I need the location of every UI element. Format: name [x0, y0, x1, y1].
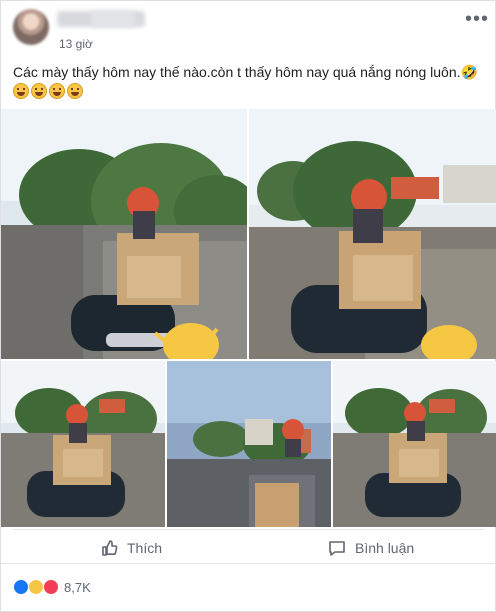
photo-4[interactable]	[167, 361, 331, 527]
comment-label: Bình luận	[355, 540, 415, 556]
photo-4-image	[167, 361, 331, 527]
post-actions-bar: Thích Bình luận	[13, 529, 485, 563]
like-label: Thích	[127, 540, 163, 556]
photo-5-image	[333, 361, 496, 527]
like-button[interactable]: Thích	[99, 536, 162, 560]
reaction-summary[interactable]: 8,7K	[13, 577, 133, 597]
rolling-on-floor-laughing-icon	[49, 83, 65, 99]
post-caption: Các mày thấy hôm nay thế nào.còn t thấy …	[13, 64, 478, 80]
photo-2[interactable]	[249, 109, 496, 359]
photo-3[interactable]	[1, 361, 165, 527]
photo-1-image	[1, 109, 247, 359]
post-header: 13 giờ •••	[1, 1, 496, 57]
rolling-on-floor-laughing-icon	[31, 83, 47, 99]
more-options-button[interactable]: •••	[463, 9, 491, 29]
haha-reaction-icon	[28, 579, 44, 595]
photo-2-image	[249, 109, 496, 359]
thumbs-up-icon	[102, 540, 118, 556]
photo-5[interactable]	[333, 361, 496, 527]
rolling-on-floor-laughing-icon	[67, 83, 83, 99]
photo-3-image	[1, 361, 165, 527]
comment-button[interactable]: Bình luận	[327, 536, 414, 560]
author-avatar[interactable]	[13, 9, 49, 45]
facebook-post-card: 13 giờ ••• Các mày thấy hôm nay thế nào.…	[0, 0, 496, 612]
reaction-count[interactable]: 8,7K	[64, 580, 91, 595]
love-reaction-icon	[43, 579, 59, 595]
photo-1[interactable]	[1, 109, 247, 359]
author-name-blurred-extension	[91, 11, 135, 27]
like-reaction-icon	[13, 579, 29, 595]
comment-icon	[329, 541, 345, 556]
rolling-on-floor-laughing-icon	[13, 83, 29, 99]
post-timestamp[interactable]: 13 giờ	[59, 37, 93, 51]
caption-emoji-row	[13, 83, 83, 101]
post-divider	[1, 563, 496, 564]
